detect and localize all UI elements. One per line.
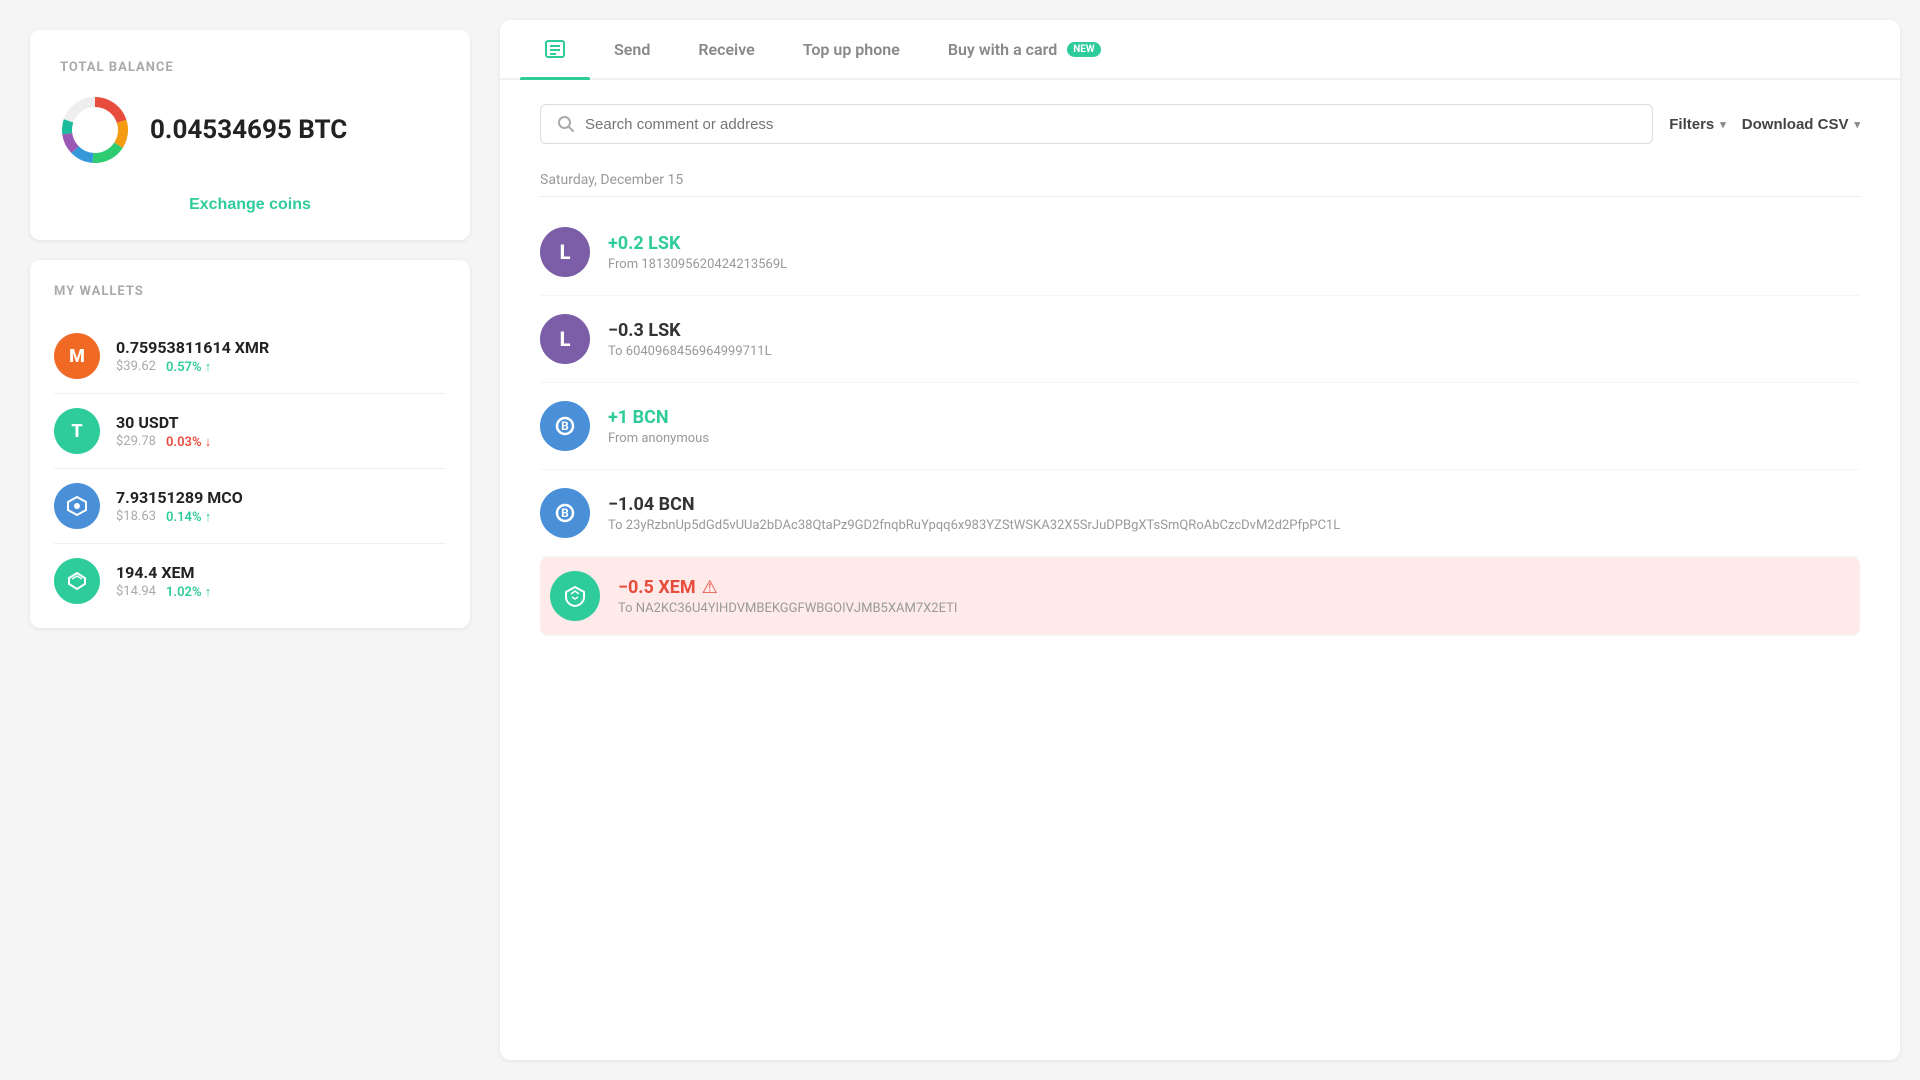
balance-row: 0.04534695 BTC	[60, 95, 440, 165]
wallet-usd-xem: $14.94	[116, 584, 156, 599]
tx-info-bcn-in: +1 BCN From anonymous	[608, 407, 1860, 446]
donut-chart	[60, 95, 130, 165]
filters-chevron-icon: ▾	[1720, 118, 1726, 131]
total-balance-label: TOTAL BALANCE	[60, 60, 440, 75]
tx-info-lsk-in: +0.2 LSK From 181309562042421356​9L	[608, 233, 1860, 272]
tx-amount-bcn-in: +1 BCN	[608, 407, 1860, 428]
download-csv-button[interactable]: Download CSV ▾	[1742, 116, 1860, 133]
wallet-usd-row-usdt: $29.78 0.03% ↓	[116, 434, 446, 450]
tab-receive[interactable]: Receive	[674, 22, 778, 77]
tab-transactions[interactable]	[520, 20, 590, 78]
tab-buycard[interactable]: Buy with a card New	[924, 22, 1125, 77]
balance-amount: 0.04534695 BTC	[150, 115, 347, 145]
tx-address-lsk-out: To 6040968456964999711L	[608, 344, 1860, 359]
tabs-bar: Send Receive Top up phone Buy with a car…	[500, 20, 1900, 80]
transaction-item-lsk-out[interactable]: L −0.3 LSK To 6040968456964999711L	[540, 296, 1860, 383]
search-icon	[557, 115, 575, 133]
wallet-item-xmr[interactable]: M 0.75953811614 XMR $39.62 0.57% ↑	[54, 319, 446, 394]
tx-info-lsk-out: −0.3 LSK To 6040968456964999711L	[608, 320, 1860, 359]
tx-amount-xem-error: −0.5 XEM	[618, 577, 696, 598]
my-wallets-label: MY WALLETS	[54, 284, 446, 299]
wallet-icon-mco	[54, 483, 100, 529]
wallet-change-xem: 1.02% ↑	[166, 584, 211, 600]
tab-send[interactable]: Send	[590, 22, 674, 77]
wallet-info-mco: 7.93151289 MCO $18.63 0.14% ↑	[116, 488, 446, 525]
alert-icon: ⚠	[702, 577, 718, 598]
total-balance-card: TOTAL BALANCE 0.04534695 BTC Exchange co…	[30, 30, 470, 240]
tx-info-xem-error: −0.5 XEM ⚠ To NA2KC36U4YIHDVMBEKGGFWBGOI…	[618, 577, 1850, 616]
wallet-usd-row-mco: $18.63 0.14% ↑	[116, 509, 446, 525]
exchange-coins-button[interactable]: Exchange coins	[60, 190, 440, 220]
wallet-info-usdt: 30 USDT $29.78 0.03% ↓	[116, 413, 446, 450]
wallet-usd-row-xmr: $39.62 0.57% ↑	[116, 359, 446, 375]
tx-address-bcn-in: From anonymous	[608, 431, 1860, 446]
wallet-item-xem[interactable]: 194.4 XEM $14.94 1.02% ↑	[54, 544, 446, 618]
search-filter-row: Filters ▾ Download CSV ▾	[540, 104, 1860, 144]
wallet-usd-mco: $18.63	[116, 509, 156, 524]
tx-amount-lsk-in: +0.2 LSK	[608, 233, 1860, 254]
search-box[interactable]	[540, 104, 1653, 144]
wallet-usd-usdt: $29.78	[116, 434, 156, 449]
wallet-change-usdt: 0.03% ↓	[166, 434, 211, 450]
right-panel: Send Receive Top up phone Buy with a car…	[500, 20, 1900, 1060]
wallet-amount-xmr: 0.75953811614 XMR	[116, 338, 446, 357]
tab-topup[interactable]: Top up phone	[779, 22, 924, 77]
tx-avatar-bcn-in: B	[540, 401, 590, 451]
wallet-amount-mco: 7.93151289 MCO	[116, 488, 446, 507]
wallet-amount-xem: 194.4 XEM	[116, 563, 446, 582]
wallet-item-mco[interactable]: 7.93151289 MCO $18.63 0.14% ↑	[54, 469, 446, 544]
tx-address-bcn-out: To 23yRzbnUp5dGd5vUUa2bDAc38QtaPz9GD2fnq…	[608, 518, 1860, 533]
wallet-amount-usdt: 30 USDT	[116, 413, 446, 432]
svg-text:B: B	[561, 419, 569, 433]
wallet-usd-xmr: $39.62	[116, 359, 156, 374]
my-wallets-card: MY WALLETS M 0.75953811614 XMR $39.62 0.…	[30, 260, 470, 628]
content-area: Filters ▾ Download CSV ▾ Saturday, Decem…	[500, 80, 1900, 1060]
wallet-icon-xem	[54, 558, 100, 604]
wallet-icon-xmr: M	[54, 333, 100, 379]
tx-info-bcn-out: −1.04 BCN To 23yRzbnUp5dGd5vUUa2bDAc38Qt…	[608, 494, 1860, 533]
transaction-item-bcn-out[interactable]: B −1.04 BCN To 23yRzbnUp5dGd5vUUa2bDAc38…	[540, 470, 1860, 557]
tx-avatar-xem-error	[550, 571, 600, 621]
wallet-change-xmr: 0.57% ↑	[166, 359, 211, 375]
new-badge: New	[1067, 42, 1100, 57]
wallet-icon-usdt: T	[54, 408, 100, 454]
tx-avatar-lsk-out: L	[540, 314, 590, 364]
transaction-item-bcn-in[interactable]: B +1 BCN From anonymous	[540, 383, 1860, 470]
tx-amount-lsk-out: −0.3 LSK	[608, 320, 1860, 341]
wallet-info-xmr: 0.75953811614 XMR $39.62 0.57% ↑	[116, 338, 446, 375]
transaction-item-lsk-in[interactable]: L +0.2 LSK From 181309562042421356​9L	[540, 209, 1860, 296]
tx-error-amount-row: −0.5 XEM ⚠	[618, 577, 1850, 598]
svg-text:B: B	[561, 506, 569, 520]
tx-address-xem-error: To NA2KC36U4YIHDVMBEKGGFWBGOIVJMB5XAM7X2…	[618, 601, 1850, 616]
wallet-item-usdt[interactable]: T 30 USDT $29.78 0.03% ↓	[54, 394, 446, 469]
filters-button[interactable]: Filters ▾	[1669, 116, 1726, 133]
transaction-item-xem-error[interactable]: −0.5 XEM ⚠ To NA2KC36U4YIHDVMBEKGGFWBGOI…	[540, 557, 1860, 636]
left-panel: TOTAL BALANCE 0.04534695 BTC Exchange co…	[0, 0, 500, 1080]
date-separator: Saturday, December 15	[540, 172, 1860, 197]
tx-avatar-lsk-in: L	[540, 227, 590, 277]
search-input[interactable]	[585, 116, 1636, 133]
wallet-info-xem: 194.4 XEM $14.94 1.02% ↑	[116, 563, 446, 600]
tx-address-lsk-in: From 181309562042421356​9L	[608, 257, 1860, 272]
wallet-usd-row-xem: $14.94 1.02% ↑	[116, 584, 446, 600]
tx-amount-bcn-out: −1.04 BCN	[608, 494, 1860, 515]
csv-chevron-icon: ▾	[1854, 118, 1860, 131]
tx-avatar-bcn-out: B	[540, 488, 590, 538]
transactions-icon	[544, 38, 566, 60]
wallet-change-mco: 0.14% ↑	[166, 509, 211, 525]
